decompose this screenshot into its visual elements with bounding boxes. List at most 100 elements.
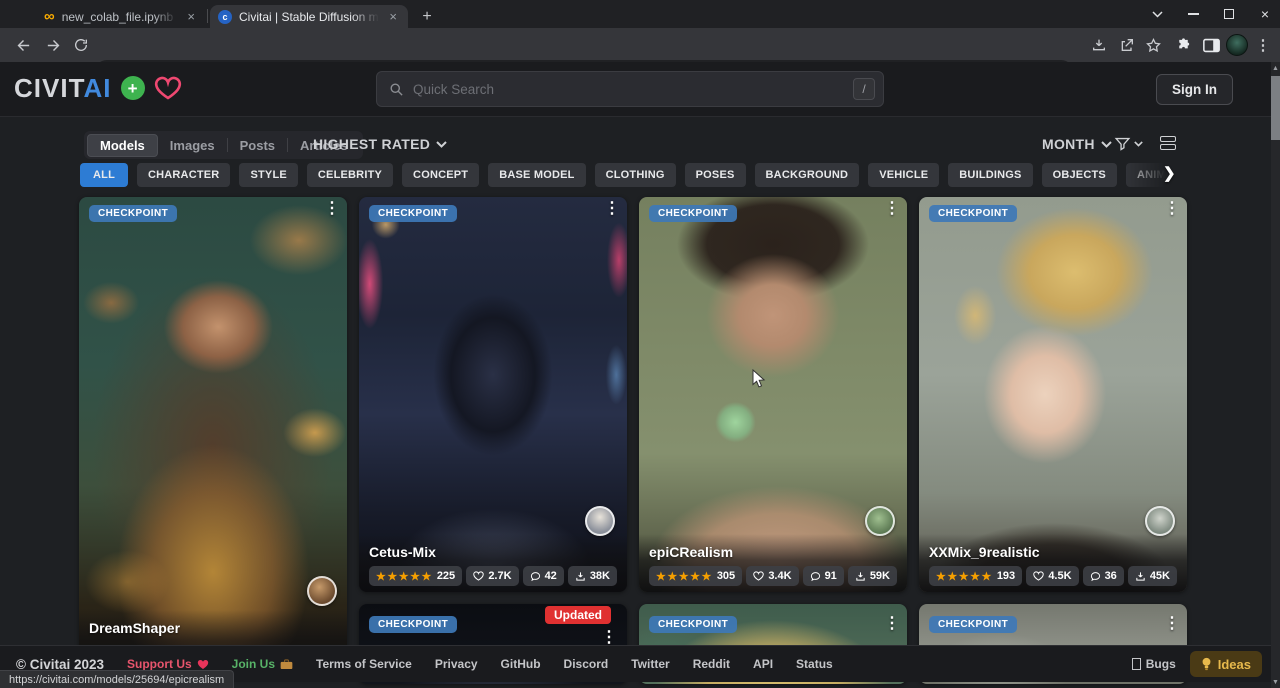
window-close-button[interactable]: × — [1248, 0, 1280, 28]
likes-chip: 4.5K — [1026, 566, 1078, 586]
back-button[interactable] — [10, 32, 36, 58]
forward-button[interactable] — [40, 32, 66, 58]
downloads-chip: 59K — [848, 566, 897, 586]
creator-avatar[interactable] — [865, 506, 895, 536]
footer-link-api[interactable]: API — [753, 657, 773, 671]
footer-link-bugs[interactable]: Bugs — [1132, 657, 1176, 671]
model-card-dreamshaper[interactable]: CHECKPOINT ⋮ DreamShaper — [79, 197, 347, 678]
chip-objects[interactable]: OBJECTS — [1042, 163, 1117, 187]
model-preview-image — [359, 197, 627, 592]
search-icon — [389, 82, 404, 97]
chip-base-model[interactable]: BASE MODEL — [488, 163, 585, 187]
extensions-puzzle-icon[interactable] — [1170, 32, 1196, 58]
card-menu-icon[interactable]: ⋮ — [884, 201, 900, 218]
chip-background[interactable]: BACKGROUND — [755, 163, 860, 187]
comments-chip: 36 — [1083, 566, 1124, 586]
download-icon — [1135, 571, 1146, 582]
quick-search-bar[interactable]: / — [376, 71, 884, 107]
chip-poses[interactable]: POSES — [685, 163, 746, 187]
model-preview-image — [639, 197, 907, 592]
period-dropdown[interactable]: MONTH — [1042, 136, 1112, 152]
rating-chip: ★★★★★ 305 — [649, 566, 742, 586]
chip-all[interactable]: ALL — [80, 163, 128, 187]
profile-avatar[interactable] — [1224, 32, 1250, 58]
favorites-heart-icon[interactable] — [154, 76, 182, 101]
chip-celebrity[interactable]: CELEBRITY — [307, 163, 393, 187]
filter-dropdown[interactable] — [1114, 135, 1143, 152]
tab-close-icon[interactable]: × — [184, 9, 198, 24]
tab-colab[interactable]: ∞ new_colab_file.ipynb - Colaborat × — [36, 5, 206, 28]
bookmark-star-icon[interactable] — [1140, 32, 1166, 58]
download-icon — [575, 571, 586, 582]
model-card-xxmix-9realistic[interactable]: CHECKPOINT ⋮ XXMix_9realistic ★★★★★ 193 … — [919, 197, 1187, 592]
chips-scroll-right-icon[interactable]: ❯ — [1163, 164, 1176, 182]
creator-avatar[interactable] — [1145, 506, 1175, 536]
tab-posts[interactable]: Posts — [228, 135, 287, 156]
tab-title: new_colab_file.ipynb - Colaborat — [62, 10, 178, 24]
heart-icon — [473, 571, 484, 581]
window-minimize-button[interactable] — [1176, 0, 1210, 28]
browser-tab-bar: ∞ new_colab_file.ipynb - Colaborat × c C… — [0, 0, 1280, 28]
tab-images[interactable]: Images — [158, 135, 227, 156]
layout-toggle-icon[interactable] — [1160, 136, 1176, 150]
site-header: CIVITAI + / Sign In — [0, 62, 1280, 117]
chip-buildings[interactable]: BUILDINGS — [948, 163, 1032, 187]
card-menu-icon[interactable]: ⋮ — [1164, 201, 1180, 218]
creator-avatar[interactable] — [307, 576, 337, 606]
footer-link-privacy[interactable]: Privacy — [435, 657, 478, 671]
comment-icon — [810, 571, 821, 582]
tab-civitai[interactable]: c Civitai | Stable Diffusion models, × — [210, 5, 408, 28]
download-page-icon[interactable] — [1086, 32, 1112, 58]
reload-button[interactable] — [68, 32, 94, 58]
sort-dropdown[interactable]: HIGHEST RATED — [313, 136, 447, 152]
side-panel-icon[interactable] — [1198, 32, 1224, 58]
tab-models[interactable]: Models — [87, 134, 158, 157]
creator-avatar[interactable] — [585, 506, 615, 536]
share-icon[interactable] — [1114, 32, 1140, 58]
model-card-cetus-mix[interactable]: CHECKPOINT ⋮ Cetus-Mix ★★★★★ 225 2.7K 42 — [359, 197, 627, 592]
civitai-logo[interactable]: CIVITAI + — [14, 75, 182, 101]
chip-style[interactable]: STYLE — [239, 163, 297, 187]
tab-search-chevron-icon[interactable] — [1140, 0, 1174, 28]
model-card-epicrealism[interactable]: CHECKPOINT ⋮ epiCRealism ★★★★★ 305 3.4K … — [639, 197, 907, 592]
footer-link-terms[interactable]: Terms of Service — [316, 657, 412, 671]
new-tab-button[interactable]: + — [415, 5, 439, 28]
chevron-down-icon — [1134, 141, 1143, 147]
footer-link-status[interactable]: Status — [796, 657, 833, 671]
page-scrollbar[interactable]: ▲ ▼ — [1271, 62, 1280, 688]
footer-link-github[interactable]: GitHub — [501, 657, 541, 671]
comments-chip: 42 — [523, 566, 564, 586]
tab-close-icon[interactable]: × — [386, 9, 400, 24]
card-menu-icon[interactable]: ⋮ — [604, 201, 620, 218]
scroll-up-arrow-icon[interactable]: ▲ — [1271, 62, 1280, 74]
card-menu-icon[interactable]: ⋮ — [1164, 616, 1180, 633]
footer-link-join-us[interactable]: Join Us — [232, 657, 293, 671]
card-menu-icon[interactable]: ⋮ — [884, 616, 900, 633]
footer-link-reddit[interactable]: Reddit — [693, 657, 730, 671]
card-menu-icon[interactable]: ⋮ — [324, 201, 340, 218]
star-icons: ★★★★★ — [936, 570, 993, 583]
chip-concept[interactable]: CONCEPT — [402, 163, 479, 187]
checkpoint-badge: CHECKPOINT — [649, 205, 737, 222]
category-chip-row: ALL CHARACTER STYLE CELEBRITY CONCEPT BA… — [80, 163, 1180, 188]
checkpoint-badge: CHECKPOINT — [89, 205, 177, 222]
ideas-button[interactable]: Ideas — [1190, 651, 1262, 677]
add-model-button[interactable]: + — [121, 76, 145, 100]
heart-icon — [1033, 571, 1044, 581]
browser-menu-icon[interactable]: ⋮ — [1250, 32, 1276, 58]
model-preview-image — [919, 197, 1187, 592]
model-preview-image — [79, 197, 347, 678]
chip-clothing[interactable]: CLOTHING — [595, 163, 676, 187]
search-input[interactable] — [413, 82, 844, 97]
scrollbar-thumb[interactable] — [1271, 76, 1280, 140]
footer-link-support-us[interactable]: Support Us — [127, 657, 209, 671]
window-maximize-button[interactable] — [1212, 0, 1246, 28]
scroll-down-arrow-icon[interactable]: ▼ — [1271, 676, 1280, 688]
chip-character[interactable]: CHARACTER — [137, 163, 230, 187]
footer-link-twitter[interactable]: Twitter — [631, 657, 669, 671]
chevron-down-icon — [436, 141, 447, 148]
model-title: XXMix_9realistic — [929, 544, 1177, 560]
footer-link-discord[interactable]: Discord — [564, 657, 609, 671]
chip-vehicle[interactable]: VEHICLE — [868, 163, 939, 187]
sign-in-button[interactable]: Sign In — [1156, 74, 1233, 105]
